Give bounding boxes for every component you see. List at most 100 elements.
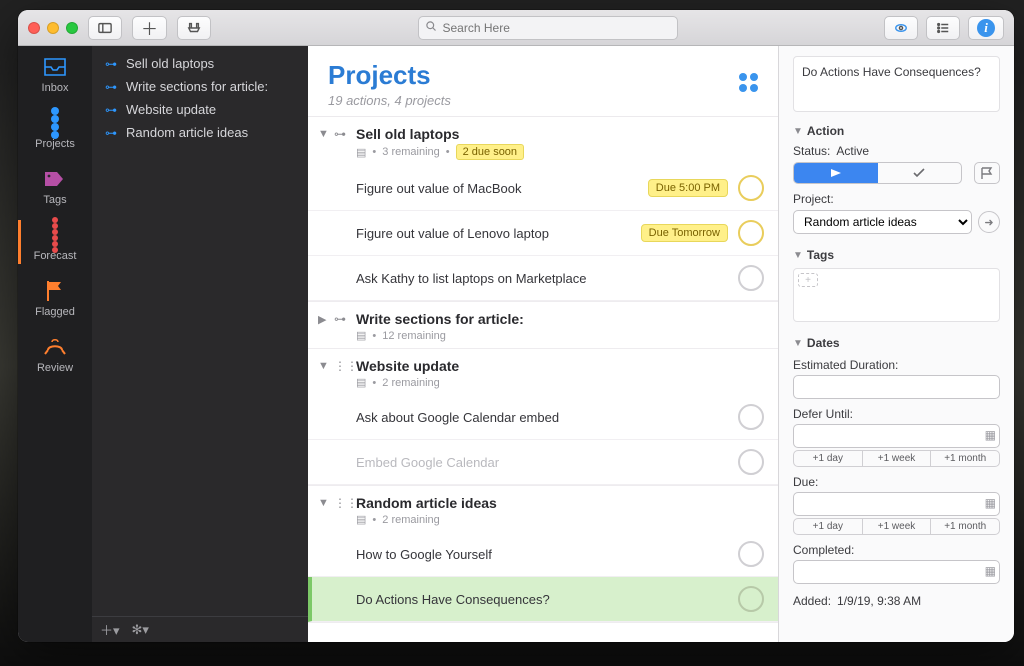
close-window-button[interactable] [28, 22, 40, 34]
task-label: Figure out value of MacBook [356, 181, 638, 196]
project-tree-panel: ⊶Sell old laptops⊶Write sections for art… [92, 46, 308, 642]
sidebar-item-inbox[interactable]: Inbox [18, 46, 92, 102]
project-header[interactable]: ▼⊶Sell old laptops [308, 117, 778, 144]
task-checkbox[interactable] [738, 404, 764, 430]
sidebar-item-label: Inbox [18, 82, 92, 94]
status-completed-button[interactable] [878, 163, 962, 183]
disclosure-triangle[interactable]: ▼ [318, 360, 328, 372]
defer-plus-month[interactable]: +1 month [930, 451, 999, 466]
section-header-tags[interactable]: ▼Tags [793, 248, 1000, 262]
project-type-icon: ⊶ [104, 80, 118, 94]
task-row[interactable]: Figure out value of Lenovo laptopDue Tom… [308, 211, 778, 256]
est-duration-input[interactable] [793, 375, 1000, 399]
defer-date-input[interactable] [793, 424, 1000, 448]
completed-date-input[interactable] [793, 560, 1000, 584]
task-checkbox[interactable] [738, 220, 764, 246]
disclosure-triangle[interactable]: ▼ [318, 497, 328, 509]
status-active-button[interactable] [794, 163, 878, 183]
meta-icon: ▤ [356, 329, 366, 342]
task-title-field[interactable]: Do Actions Have Consequences? [793, 56, 1000, 112]
go-to-project-button[interactable]: ➜ [978, 211, 1000, 233]
tree-footer: ＋▾ ✻▾ [92, 616, 308, 642]
flag-button[interactable] [974, 162, 1000, 184]
task-row[interactable]: Ask about Google Calendar embed [308, 395, 778, 440]
search-input[interactable] [443, 21, 671, 35]
due-plus-month[interactable]: +1 month [930, 519, 999, 534]
tree-item[interactable]: ⊶ Website update [92, 98, 308, 121]
due-badge: Due 5:00 PM [648, 179, 728, 197]
quick-entry-button[interactable] [177, 16, 211, 40]
task-checkbox[interactable] [738, 449, 764, 475]
project-type-icon: ⋮⋮ [334, 359, 350, 373]
task-row[interactable]: How to Google Yourself [308, 532, 778, 577]
status-label: Status: [793, 144, 830, 158]
sidebar-item-label: Forecast [18, 250, 92, 262]
tree-item-label: Website update [126, 102, 216, 117]
project-header[interactable]: ▼ ⋮⋮ Website update [308, 349, 778, 376]
tree-item[interactable]: ⊶Sell old laptops [92, 52, 308, 75]
calendar-icon[interactable]: ▦ [985, 564, 996, 578]
tree-item[interactable]: ⊶Random article ideas [92, 121, 308, 144]
sidebar-item-projects[interactable]: Projects [18, 102, 92, 158]
settings-menu-button[interactable]: ✻▾ [132, 622, 149, 638]
tree-item[interactable]: ⊶Write sections for article: [92, 75, 308, 98]
project-title: Website update [356, 358, 459, 374]
task-row[interactable]: Figure out value of MacBook Due 5:00 PM [308, 166, 778, 211]
task-checkbox[interactable] [738, 265, 764, 291]
add-tag-button[interactable]: + [798, 273, 818, 287]
project-type-icon: ⊶ [104, 57, 118, 71]
task-checkbox[interactable] [738, 541, 764, 567]
projects-view-icon[interactable] [739, 60, 758, 92]
calendar-icon[interactable]: ▦ [985, 428, 996, 442]
disclosure-triangle[interactable]: ▶ [318, 313, 328, 326]
project-header[interactable]: ▼⋮⋮Random article ideas [308, 486, 778, 513]
sidebar-item-flagged[interactable]: Flagged [18, 270, 92, 326]
zoom-window-button[interactable] [66, 22, 78, 34]
task-row[interactable]: Do Actions Have Consequences? [308, 577, 778, 622]
view-options-button[interactable] [926, 16, 960, 40]
task-label: Ask about Google Calendar embed [356, 410, 728, 425]
project-type-icon: ⊶ [104, 103, 118, 117]
defer-plus-day[interactable]: +1 day [794, 451, 862, 466]
task-row[interactable]: Embed Google Calendar [308, 440, 778, 485]
new-action-button[interactable]: ＋ [132, 16, 167, 40]
page-subtitle: 19 actions, 4 projects [328, 93, 451, 108]
inspector-toggle-button[interactable]: i [968, 16, 1004, 40]
task-checkbox[interactable] [738, 586, 764, 612]
minimize-window-button[interactable] [47, 22, 59, 34]
status-segmented-control [793, 162, 962, 184]
tags-field[interactable]: + [793, 268, 1000, 322]
section-header-action[interactable]: ▼Action [793, 124, 1000, 138]
section-header-dates[interactable]: ▼Dates [793, 336, 1000, 350]
task-checkbox[interactable] [738, 175, 764, 201]
perspective-sidebar: Inbox Projects Tags Forecast Flagged Rev… [18, 46, 92, 642]
sidebar-item-review[interactable]: Review [18, 326, 92, 382]
sidebar-item-label: Tags [18, 194, 92, 206]
project-type-icon: ⋮⋮ [334, 496, 350, 510]
forecast-icon [52, 217, 58, 253]
due-date-input[interactable] [793, 492, 1000, 516]
meta-icon: ▤ [356, 376, 366, 389]
meta-icon: ▤ [356, 513, 366, 526]
disclosure-triangle[interactable]: ▼ [318, 128, 328, 140]
page-title: Projects [328, 60, 451, 91]
add-menu-button[interactable]: ＋▾ [100, 620, 120, 639]
est-duration-label: Estimated Duration: [793, 358, 1000, 372]
projects-icon [51, 107, 59, 139]
calendar-icon[interactable]: ▦ [985, 496, 996, 510]
project-header[interactable]: ▶⊶Write sections for article: [308, 302, 778, 329]
due-step-row: +1 day +1 week +1 month [793, 518, 1000, 535]
project-select[interactable]: Sell old laptopsWrite sections for artic… [793, 210, 972, 234]
added-value: 1/9/19, 9:38 AM [837, 594, 921, 608]
defer-plus-week[interactable]: +1 week [862, 451, 931, 466]
toggle-sidebar-button[interactable] [88, 16, 122, 40]
task-row[interactable]: Ask Kathy to list laptops on Marketplace [308, 256, 778, 301]
added-label: Added: [793, 594, 831, 608]
due-plus-day[interactable]: +1 day [794, 519, 862, 534]
due-plus-week[interactable]: +1 week [862, 519, 931, 534]
focus-button[interactable] [884, 16, 918, 40]
sidebar-item-tags[interactable]: Tags [18, 158, 92, 214]
defer-label: Defer Until: [793, 407, 1000, 421]
project-meta: ▤ • 2 remaining [308, 376, 778, 395]
sidebar-item-forecast[interactable]: Forecast [18, 214, 92, 270]
